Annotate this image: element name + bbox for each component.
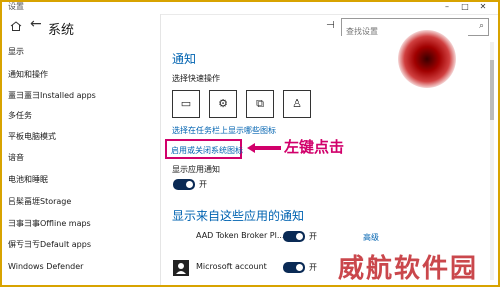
screenshot-frame [0,0,500,287]
